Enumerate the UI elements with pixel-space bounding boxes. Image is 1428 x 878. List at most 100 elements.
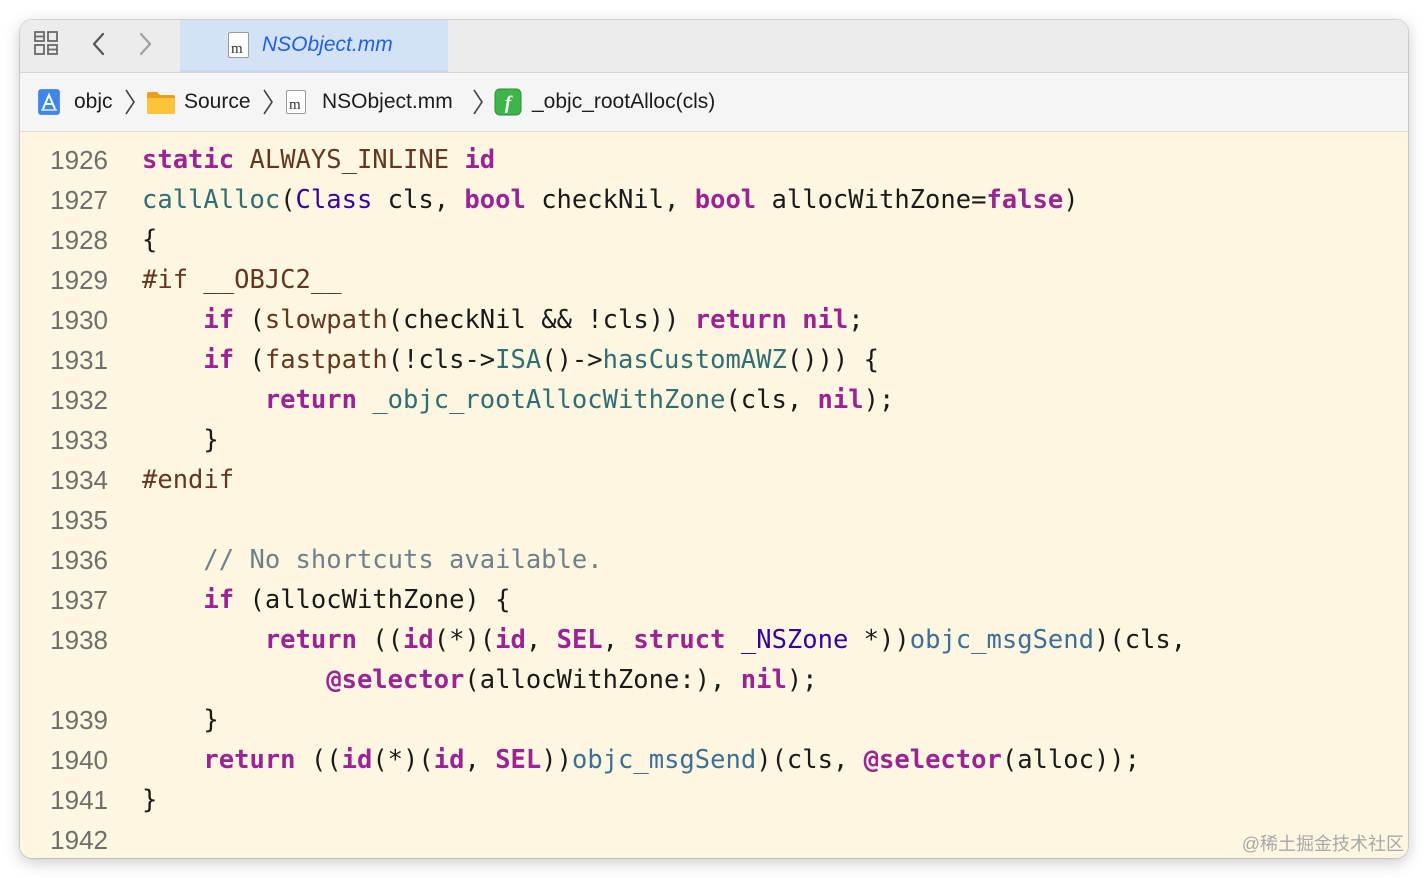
code-token: (*)( (372, 745, 434, 775)
code-token: , (525, 625, 557, 655)
chevron-left-icon (89, 30, 109, 63)
code-token: @selector (863, 745, 1002, 775)
code-token: if (203, 585, 235, 615)
code-line: return ((id(*)(id, SEL))objc_msgSend)(cl… (142, 740, 1140, 780)
breadcrumb-label: _objc_rootAlloc(cls) (532, 90, 716, 113)
code-token: ) (1063, 185, 1079, 215)
code-line: @selector(allocWithZone:), nil); (142, 660, 818, 700)
line-number: 1926 (50, 145, 108, 175)
line-number: 1930 (50, 305, 108, 335)
code-token: nil (817, 385, 864, 415)
code-line: static ALWAYS_INLINE id (142, 140, 495, 180)
code-token: ); (786, 665, 818, 695)
code-line: #endif (142, 460, 234, 500)
code-token: if (203, 345, 235, 375)
code-token: @selector (326, 665, 465, 695)
code-token: false (986, 185, 1064, 215)
code-token: checkNil, (525, 185, 695, 215)
code-token: #if __OBJC2__ (142, 265, 342, 295)
tab-label: NSObject.mm (262, 33, 393, 56)
code-token: } (142, 785, 158, 815)
breadcrumb-item-source[interactable]: Source (146, 73, 251, 131)
code-line: #if __OBJC2__ (142, 260, 342, 300)
chevron-right-icon (123, 88, 137, 121)
code-token: )(cls, (756, 745, 864, 775)
line-number: 1931 (50, 345, 108, 375)
breadcrumb-item-objc[interactable]: objc (36, 73, 113, 131)
code-token: SEL (495, 745, 542, 775)
code-token: callAlloc (142, 185, 281, 215)
code-token: slowpath (264, 305, 388, 335)
code-token: nil (802, 305, 849, 335)
code-token: Class (295, 185, 373, 215)
tab-nsobject-mm[interactable]: m NSObject.mm (180, 20, 448, 72)
code-token: id (403, 625, 434, 655)
chevron-right-icon (471, 88, 485, 121)
related-items-button[interactable] (32, 28, 62, 64)
line-number: 1938 (50, 625, 108, 655)
line-number: 1928 (50, 225, 108, 255)
forward-button[interactable] (130, 28, 160, 64)
line-number: 1934 (50, 465, 108, 495)
code-token: { (142, 225, 158, 255)
code-token: (alloc)); (1001, 745, 1141, 775)
code-line: { (142, 220, 157, 260)
breadcrumb-item-function[interactable]: f _objc_rootAlloc(cls) (494, 73, 715, 131)
code-token: #endif (142, 465, 235, 495)
code-line: if (fastpath(!cls->ISA()->hasCustomAWZ()… (142, 340, 879, 380)
code-token: id (495, 625, 526, 655)
code-line: } (142, 420, 219, 460)
code-token: hasCustomAWZ (602, 345, 787, 375)
code-line: return _objc_rootAllocWithZone(cls, nil)… (142, 380, 895, 420)
line-number: 1942 (50, 825, 108, 855)
code-line: callAlloc(Class cls, bool checkNil, bool… (142, 180, 1079, 220)
code-token: nil (740, 665, 787, 695)
code-token: id (433, 745, 465, 775)
code-token: ( (234, 345, 265, 375)
code-token: (cls, (725, 385, 818, 415)
code-token: objc_msgSend (571, 745, 757, 775)
code-token: return (203, 745, 296, 775)
folder-icon (146, 89, 176, 115)
line-number: 1935 (50, 505, 108, 535)
code-editor[interactable]: 1926 1927 1928 1929 1930 1931 1932 1933 1934 1935… (20, 132, 1408, 858)
breadcrumb-label: Source (184, 90, 251, 113)
code-token: (( (356, 625, 404, 655)
line-number: 1927 (50, 185, 108, 215)
line-number: 1937 (50, 585, 108, 615)
code-token: (allocWithZone:), (464, 665, 741, 695)
code-token: id (464, 145, 496, 175)
code-token: (checkNil && !cls)) (387, 305, 695, 335)
line-number: 1940 (50, 745, 108, 775)
line-number: 1939 (50, 705, 108, 735)
code-token: id (341, 745, 373, 775)
code-token: static (142, 145, 235, 175)
objc-file-icon: m (228, 32, 249, 58)
code-line: if (allocWithZone) { (142, 580, 510, 620)
project-icon (36, 88, 62, 116)
code-token: , (464, 745, 496, 775)
code-token: bool (464, 185, 526, 215)
code-token: return (264, 625, 357, 655)
back-button[interactable] (84, 28, 114, 64)
code-token: struct (633, 625, 726, 655)
code-token: ( (234, 305, 265, 335)
code-token: SEL (556, 625, 603, 655)
watermark: @稀土掘金技术社区 (1241, 834, 1404, 854)
code-line: return ((id(*)(id, SEL, struct _NSZone *… (142, 620, 1186, 660)
objc-file-icon: m (286, 90, 306, 114)
code-token: } (142, 425, 219, 455)
breadcrumb-item-nsobject-mm[interactable]: m NSObject.mm (286, 73, 453, 131)
function-icon: f (494, 88, 522, 116)
code-token: objc_msgSend (909, 625, 1094, 655)
chevron-right-icon (261, 88, 275, 121)
code-token: return (264, 385, 357, 415)
code-token: ( (280, 185, 296, 215)
code-line: if (slowpath(checkNil && !cls)) return n… (142, 300, 863, 340)
